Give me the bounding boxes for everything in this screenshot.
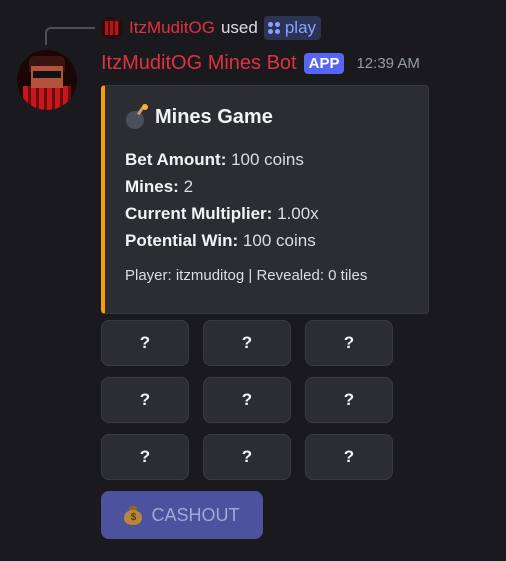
bot-username[interactable]: ItzMuditOG Mines Bot (101, 52, 297, 75)
reply-used-text: used (220, 18, 258, 37)
reply-username[interactable]: ItzMuditOG (129, 18, 215, 38)
slash-command-icon (267, 22, 280, 34)
reply-connector (45, 27, 95, 45)
embed-fields: Bet Amount: 100 coins Mines: 2 Current M… (125, 146, 319, 254)
reply-avatar[interactable] (101, 17, 123, 39)
field-label: Mines: (125, 177, 179, 196)
field-value: 1.00x (277, 204, 319, 223)
field-label: Potential Win: (125, 231, 239, 250)
field-bet-amount: Bet Amount: 100 coins (125, 146, 319, 173)
embed-title: Mines Game (125, 104, 273, 130)
field-label: Current Multiplier: (125, 204, 273, 223)
cashout-button[interactable]: $ CASHOUT (101, 491, 263, 539)
field-mines: Mines: 2 (125, 173, 319, 200)
cashout-label: CASHOUT (151, 504, 240, 525)
mine-tile-1[interactable]: ? (101, 320, 189, 366)
embed-title-text: Mines Game (155, 105, 273, 128)
reply-reference[interactable]: ItzMuditOG used play (101, 16, 322, 40)
app-badge: APP (303, 53, 345, 74)
mine-tile-2[interactable]: ? (203, 320, 291, 366)
bot-avatar[interactable] (17, 50, 77, 110)
field-value: 100 coins (242, 231, 316, 250)
mine-tile-4[interactable]: ? (101, 377, 189, 423)
bomb-icon (125, 104, 149, 130)
money-bag-icon: $ (124, 505, 143, 525)
mine-tile-5[interactable]: ? (203, 377, 291, 423)
field-potential-win: Potential Win: 100 coins (125, 227, 319, 254)
game-embed: Mines Game Bet Amount: 100 coins Mines: … (101, 85, 429, 314)
message-timestamp[interactable]: 12:39 AM (356, 55, 419, 72)
command-mention[interactable]: play (263, 16, 322, 40)
field-value: 100 coins (231, 150, 304, 169)
mine-tile-8[interactable]: ? (203, 434, 291, 480)
field-current-multiplier: Current Multiplier: 1.00x (125, 200, 319, 227)
command-name: play (284, 18, 317, 37)
mine-tile-3[interactable]: ? (305, 320, 393, 366)
embed-footer: Player: itzmuditog | Revealed: 0 tiles (125, 267, 368, 284)
field-value: 2 (183, 177, 194, 196)
message-header: ItzMuditOG Mines Bot APP 12:39 AM (101, 52, 420, 75)
field-label: Bet Amount: (125, 150, 227, 169)
mine-tile-6[interactable]: ? (305, 377, 393, 423)
mine-tile-7[interactable]: ? (101, 434, 189, 480)
mine-tile-9[interactable]: ? (305, 434, 393, 480)
